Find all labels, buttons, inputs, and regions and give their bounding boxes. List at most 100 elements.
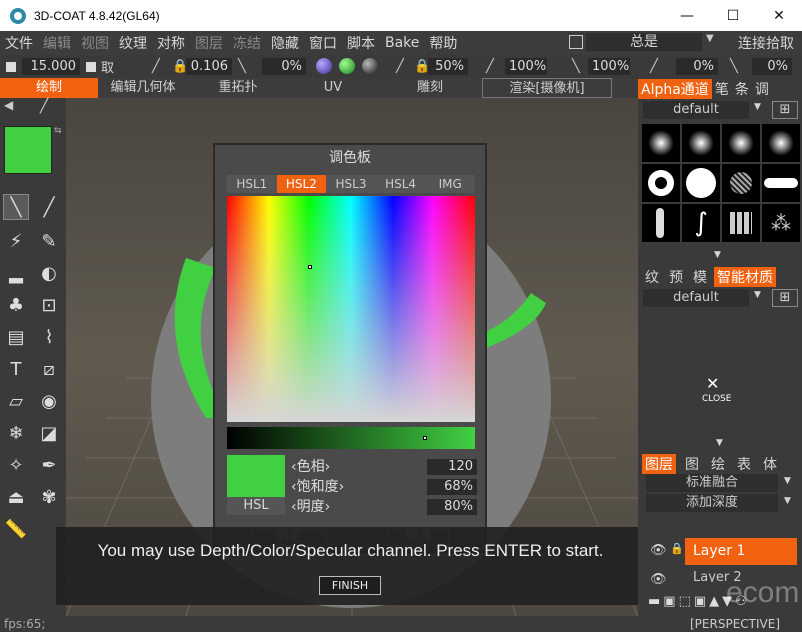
value-slider[interactable] bbox=[227, 427, 475, 449]
tab-model[interactable]: 模 bbox=[690, 267, 710, 287]
menu-item-4[interactable]: 对称 bbox=[152, 33, 190, 53]
tab-layers[interactable]: 图层 bbox=[642, 454, 676, 474]
saturation-input[interactable]: 68% bbox=[427, 479, 477, 495]
eraser-icon[interactable]: ╲ bbox=[730, 59, 738, 74]
radius-field[interactable]: 15.000 bbox=[22, 58, 80, 75]
tab-adjust[interactable]: 调 bbox=[752, 79, 772, 99]
pct100b-field[interactable]: 100% bbox=[588, 58, 630, 75]
chevron-down-icon[interactable]: ▼ bbox=[784, 476, 791, 486]
tab-smart-material[interactable]: 智能材质 bbox=[714, 267, 776, 287]
alpha-brush-scribble[interactable]: ∫ bbox=[682, 204, 720, 242]
snowflake-icon[interactable]: ❄ bbox=[3, 420, 29, 446]
menu-item-11[interactable]: 帮助 bbox=[424, 33, 462, 53]
alpha-brush-soft[interactable] bbox=[762, 124, 800, 162]
tab-draw[interactable]: 绘 bbox=[708, 454, 728, 474]
close-x-icon[interactable]: ✕ bbox=[706, 374, 719, 393]
blend-mode-dropdown[interactable]: 标准融合 bbox=[646, 474, 778, 492]
menu-item-0[interactable]: 文件 bbox=[0, 33, 38, 53]
tab-uv[interactable]: UV bbox=[288, 78, 378, 98]
alpha-brush-bar[interactable] bbox=[762, 164, 800, 202]
ruler-icon[interactable]: 📏 bbox=[3, 516, 29, 542]
alpha-brush-ring[interactable] bbox=[642, 164, 680, 202]
add-material-button[interactable]: ⊞ bbox=[772, 289, 798, 307]
alpha-expand-icon[interactable]: ▼ bbox=[714, 250, 721, 260]
airbrush-icon[interactable]: ⚡ bbox=[3, 228, 29, 254]
butterfly-icon[interactable]: ✾ bbox=[36, 484, 62, 510]
alpha-preset-dropdown[interactable]: default bbox=[643, 101, 749, 119]
tab-hsl3[interactable]: HSL3 bbox=[326, 175, 376, 193]
alpha-brush-blocks[interactable] bbox=[722, 204, 760, 242]
tab-hsl1[interactable]: HSL1 bbox=[227, 175, 277, 193]
alpha-brush-soft[interactable] bbox=[682, 124, 720, 162]
pencil-tool-icon[interactable]: ╱ bbox=[36, 194, 62, 220]
menu-item-7[interactable]: 隐藏 bbox=[266, 33, 304, 53]
tab-paint[interactable]: 绘制 bbox=[0, 78, 98, 98]
primary-color-swatch[interactable] bbox=[4, 126, 52, 174]
smear-icon[interactable]: ▂ bbox=[3, 260, 29, 286]
tab-volume[interactable]: 体 bbox=[760, 454, 780, 474]
menu-item-9[interactable]: 脚本 bbox=[342, 33, 380, 53]
menu-item-3[interactable]: 纹理 bbox=[114, 33, 152, 53]
collapse-icon[interactable]: ◀ bbox=[4, 98, 13, 112]
bucket-icon[interactable]: ◪ bbox=[36, 420, 62, 446]
curve-icon[interactable]: ⌇ bbox=[36, 324, 62, 350]
stamp-icon[interactable]: ♣ bbox=[3, 292, 29, 318]
alpha-brush-soft[interactable] bbox=[722, 124, 760, 162]
menu-item-6[interactable]: 冻结 bbox=[228, 33, 266, 53]
hue-input[interactable]: 120 bbox=[427, 459, 477, 475]
pct0b-field[interactable]: 0% bbox=[752, 58, 792, 75]
eraser-tool-icon[interactable]: ▱ bbox=[3, 388, 29, 414]
material-preset-dropdown[interactable]: default bbox=[643, 289, 749, 307]
eye-icon[interactable]: 👁 bbox=[650, 543, 667, 558]
pen-icon[interactable]: ╱ bbox=[152, 59, 160, 74]
add-alpha-button[interactable]: ⊞ bbox=[772, 101, 798, 119]
chevron-down-icon[interactable]: ▼ bbox=[754, 290, 761, 300]
tab-img[interactable]: IMG bbox=[425, 175, 475, 193]
tab-edit-geometry[interactable]: 编辑几何体 bbox=[98, 78, 188, 98]
value-input[interactable]: 80% bbox=[427, 499, 477, 515]
layer-row-1[interactable]: Layer 1 bbox=[685, 538, 797, 565]
tab-surface[interactable]: 表 bbox=[734, 454, 754, 474]
add-depth-dropdown[interactable]: 添加深度 bbox=[646, 494, 778, 512]
pen3-icon[interactable]: ╱ bbox=[486, 59, 494, 74]
alpha-brush-stroke[interactable] bbox=[642, 204, 680, 242]
swap-icon[interactable]: ⇆ bbox=[54, 126, 62, 136]
color-mode-label[interactable]: HSL bbox=[227, 497, 285, 515]
hs-cursor[interactable] bbox=[308, 265, 312, 269]
always-checkbox[interactable] bbox=[569, 35, 583, 49]
depth-field[interactable]: 0.106 bbox=[186, 58, 232, 75]
iron-icon[interactable]: ⏏ bbox=[3, 484, 29, 510]
menu-item-10[interactable]: Bake bbox=[380, 35, 424, 51]
magic-wand-icon[interactable]: ✧ bbox=[3, 452, 29, 478]
pct100a-field[interactable]: 100% bbox=[505, 58, 547, 75]
tab-render[interactable]: 渲染[摄像机] bbox=[482, 78, 612, 98]
picker-icon[interactable]: ✒ bbox=[36, 452, 62, 478]
maximize-button[interactable]: ☐ bbox=[710, 0, 756, 31]
eye-icon[interactable]: 👁 bbox=[650, 572, 667, 587]
brush-icon[interactable]: ╲ bbox=[572, 59, 580, 74]
stroke-icon[interactable]: ╱ bbox=[40, 98, 48, 114]
take-icon[interactable] bbox=[86, 61, 96, 72]
pct0a-field[interactable]: 0% bbox=[676, 58, 718, 75]
tab-hsl2[interactable]: HSL2 bbox=[276, 175, 327, 193]
depth-icon[interactable]: ╲ bbox=[238, 59, 246, 74]
lock-icon[interactable]: 🔒 bbox=[670, 542, 684, 555]
connect-pick-label[interactable]: 连接拾取 bbox=[738, 33, 794, 53]
layer-icon[interactable]: ▤ bbox=[3, 324, 29, 350]
menu-item-8[interactable]: 窗口 bbox=[304, 33, 342, 53]
hue-saturation-field[interactable] bbox=[227, 196, 475, 422]
depth-sphere-icon[interactable] bbox=[362, 58, 378, 74]
always-field[interactable]: 总是 bbox=[586, 33, 702, 51]
alpha-brush-grass[interactable]: ⁂ bbox=[762, 204, 800, 242]
tab-retopo[interactable]: 重拓扑 bbox=[188, 78, 288, 98]
pct1-field[interactable]: 0% bbox=[262, 58, 306, 75]
menu-item-5[interactable]: 图层 bbox=[190, 33, 228, 53]
tab-sculpt[interactable]: 雕刻 bbox=[378, 78, 482, 98]
close-label[interactable]: CLOSE bbox=[702, 394, 731, 404]
tab-hsl4[interactable]: HSL4 bbox=[376, 175, 426, 193]
tab-strip[interactable]: 条 bbox=[732, 79, 752, 99]
value-cursor[interactable] bbox=[423, 436, 427, 440]
tab-pen[interactable]: 笔 bbox=[712, 79, 732, 99]
specular-sphere-icon[interactable] bbox=[316, 58, 332, 74]
tab-alpha[interactable]: Alpha通道 bbox=[638, 79, 712, 99]
